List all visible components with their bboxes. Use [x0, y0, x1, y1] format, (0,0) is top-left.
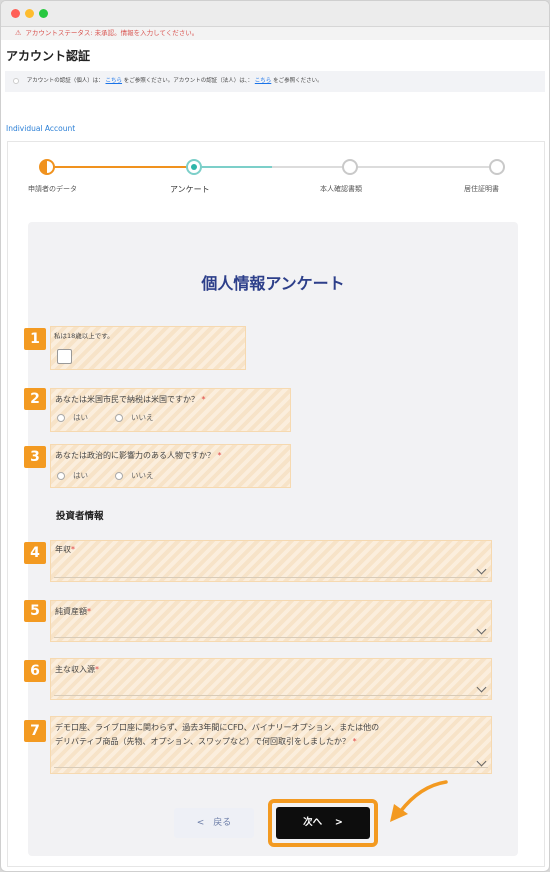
us-citizen-yes-option[interactable]: はい — [57, 412, 88, 423]
browser-window: ⚠ アカウントステータス: 未承認。情報を入力してください。 アカウント認証 ア… — [0, 0, 550, 872]
q2-number-badge: 2 — [24, 388, 46, 410]
us-citizen-question-text: あなたは米国市民で納税は米国ですか？ — [55, 395, 199, 404]
required-mark: * — [71, 545, 75, 554]
verification-notice: アカウントの認証（個人）は： こちら をご参照ください。アカウントの認証（法人）… — [5, 71, 545, 92]
step-4-label: 居住証明書 — [464, 185, 499, 193]
notice-radio-icon — [13, 77, 19, 84]
step-line-done — [48, 166, 194, 168]
derivative-trades-underline — [54, 767, 488, 768]
income-source-label: 主な収入源* — [55, 664, 99, 675]
us-citizen-no-label: いいえ — [131, 413, 154, 422]
form-title: 個人情報アンケート — [201, 274, 345, 293]
q1-number-badge: 1 — [24, 328, 46, 350]
annual-income-text: 年収 — [55, 545, 71, 554]
annual-income-label: 年収* — [55, 544, 75, 555]
required-mark: * — [217, 451, 222, 460]
pep-question-text: あなたは政治的に影響力のある人物ですか？ — [55, 451, 215, 460]
progress-stepper: 申請者のデータ アンケート 本人確認書類 居住証明書 — [8, 142, 546, 212]
us-citizen-question-label: あなたは米国市民で納税は米国ですか？ * — [55, 394, 206, 405]
q7-number-badge: 7 — [24, 720, 46, 742]
q6-number-badge: 6 — [24, 660, 46, 682]
step-line-pending — [272, 166, 498, 168]
step-2-indicator — [186, 159, 202, 175]
radio-circle-icon — [115, 414, 123, 422]
warning-icon: ⚠ — [15, 29, 22, 37]
step-1-label: 申請者のデータ — [28, 185, 77, 193]
required-mark: * — [95, 665, 99, 674]
radio-circle-icon — [57, 414, 65, 422]
page-title: アカウント認証 — [6, 49, 91, 63]
age-confirm-checkbox[interactable] — [57, 349, 72, 364]
net-worth-text: 純資産額 — [55, 607, 87, 616]
step-3-label: 本人確認書類 — [320, 185, 362, 193]
pep-yes-option[interactable]: はい — [57, 470, 88, 481]
income-source-underline — [54, 695, 488, 696]
step-1-indicator — [39, 159, 55, 175]
next-button[interactable]: 次へ > — [276, 807, 370, 839]
annual-income-highlight[interactable] — [50, 540, 492, 582]
notice-text-3: をご参照ください。 — [273, 78, 323, 84]
step-3-indicator — [342, 159, 358, 175]
pep-no-option[interactable]: いいえ — [115, 470, 154, 481]
window-titlebar — [1, 1, 549, 27]
radio-circle-icon — [115, 472, 123, 480]
account-status-text: アカウントステータス: 未承認。情報を入力してください。 — [25, 29, 199, 37]
corporate-guide-link[interactable]: こちら — [255, 78, 272, 84]
notice-text-2: をご参照ください。アカウントの認証（法人）は、： — [123, 78, 254, 84]
investor-info-heading: 投資者情報 — [56, 511, 104, 522]
arrow-pointer-icon — [390, 780, 448, 822]
net-worth-highlight[interactable] — [50, 600, 492, 642]
step-2-label: アンケート — [170, 185, 210, 194]
pep-yes-label: はい — [73, 471, 88, 480]
required-mark: * — [87, 607, 91, 616]
derivative-trades-label-line2: デリバティブ商品（先物、オプション、スワップなど）で何回取引をしましたか？ * — [55, 736, 357, 747]
pep-no-label: いいえ — [131, 471, 154, 480]
questionnaire-form: 個人情報アンケート 1 私は18歳以上です。 2 あなたは米国市民で納税は米国で… — [24, 222, 518, 856]
q3-number-badge: 3 — [24, 446, 46, 468]
annual-income-underline — [54, 577, 488, 578]
derivative-trades-text: デリバティブ商品（先物、オプション、スワップなど）で何回取引をしましたか？ — [55, 737, 351, 746]
maximize-window-button[interactable] — [39, 9, 48, 18]
required-mark: * — [352, 737, 357, 746]
step-4-indicator — [489, 159, 505, 175]
net-worth-underline — [54, 637, 488, 638]
notice-text-1: アカウントの認証（個人）は： — [26, 78, 104, 84]
account-status-banner: ⚠ アカウントステータス: 未承認。情報を入力してください。 — [1, 27, 549, 40]
individual-guide-link[interactable]: こちら — [106, 78, 123, 84]
required-mark: * — [201, 395, 206, 404]
us-citizen-no-option[interactable]: いいえ — [115, 412, 154, 423]
q4-number-badge: 4 — [24, 542, 46, 564]
age-question-label: 私は18歳以上です。 — [54, 332, 114, 340]
derivative-trades-label-line1: デモ口座、ライブ口座に関わらず、過去3年間にCFD、バイナリーオプション、または… — [55, 723, 380, 732]
step-line-current — [194, 166, 272, 168]
minimize-window-button[interactable] — [25, 9, 34, 18]
income-source-highlight[interactable] — [50, 658, 492, 700]
back-button[interactable]: < 戻る — [174, 808, 254, 838]
close-window-button[interactable] — [11, 9, 20, 18]
income-source-text: 主な収入源 — [55, 665, 95, 674]
radio-circle-icon — [57, 472, 65, 480]
us-citizen-yes-label: はい — [73, 413, 88, 422]
q5-number-badge: 5 — [24, 600, 46, 622]
pep-question-label: あなたは政治的に影響力のある人物ですか？ * — [55, 450, 222, 461]
individual-account-link[interactable]: Individual Account — [6, 124, 75, 133]
verification-card: 申請者のデータ アンケート 本人確認書類 居住証明書 個人情報アンケート 1 私… — [7, 141, 545, 867]
net-worth-label: 純資産額* — [55, 606, 91, 617]
